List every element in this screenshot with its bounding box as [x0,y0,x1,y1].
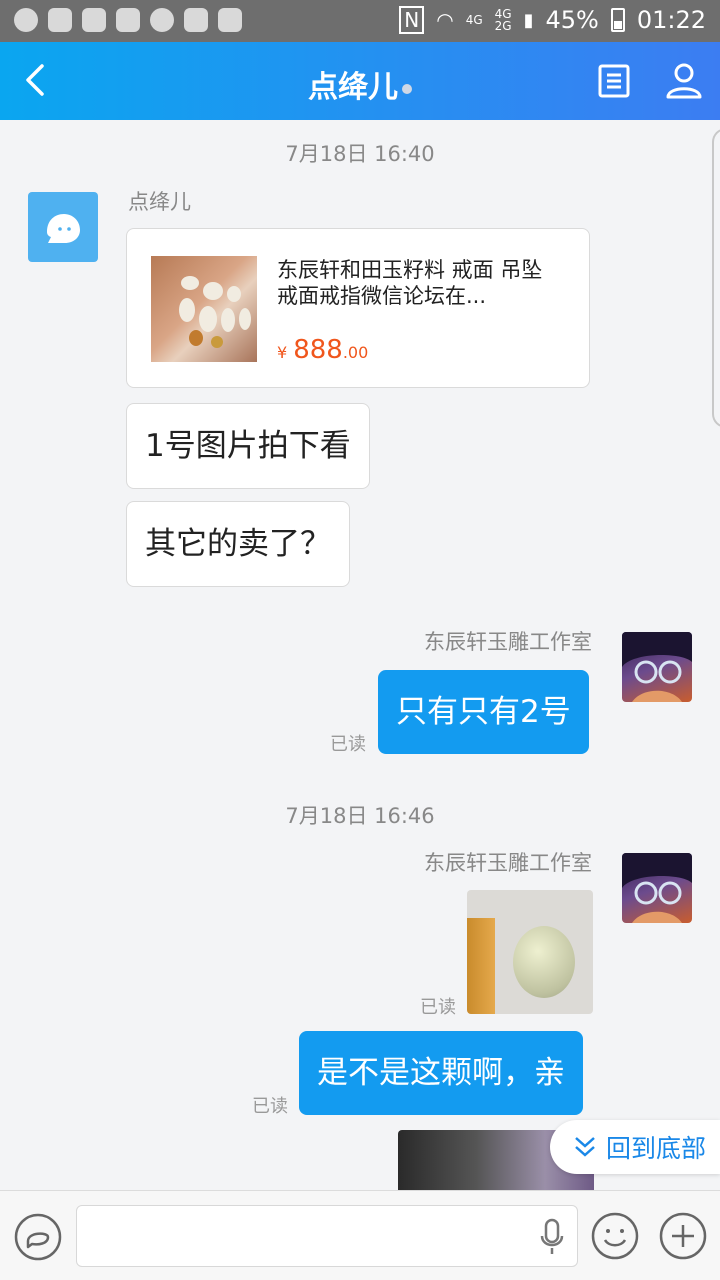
document-icon [598,64,630,98]
plus-icon [659,1212,707,1260]
sender-name: 东辰轩玉雕工作室 [424,851,592,875]
app-notification-icon [82,8,106,32]
wifi-icon: ◠ [436,8,454,32]
chat-mode-button[interactable] [14,1213,62,1261]
profile-button[interactable] [664,62,704,100]
outgoing-message[interactable]: 是不是这颗啊，亲 [299,1031,583,1115]
read-receipt: 已读 [420,997,456,1018]
jade-stone-image [513,926,575,998]
user-icon [666,63,702,99]
app-notification-icon [48,8,72,32]
nfc-icon: N [399,6,425,34]
read-receipt: 已读 [330,734,366,755]
signal-bars-icon: ▮ [523,9,534,31]
signal-4g-label: 4G [465,13,483,27]
status-notification-icons [14,8,242,32]
outgoing-message[interactable]: 只有只有2号 [378,670,589,754]
microphone-icon[interactable] [539,1218,565,1256]
chat-bubble-icon [14,1213,62,1261]
back-to-bottom-button[interactable]: 回到底部 [550,1120,720,1174]
app-notification-icon [116,8,140,32]
document-button[interactable] [598,64,630,98]
incoming-message[interactable]: 其它的卖了？ [126,501,350,587]
online-status-dot [402,83,412,94]
message-input[interactable] [76,1205,578,1267]
anime-avatar-image [622,632,692,702]
status-system-icons: N ◠ 4G 4G 2G ▮ 45% 01:22 [399,6,706,34]
anime-avatar-image [622,853,692,923]
battery-percent: 45% [545,6,599,34]
product-title: 东辰轩和田玉籽料 戒面 吊坠 戒面戒指微信论坛在... [277,258,543,308]
peer-name: 点绛儿 [128,190,191,214]
chat-header: 点绛儿 [0,42,720,120]
image-message[interactable] [467,890,593,1014]
status-bar: N ◠ 4G 4G 2G ▮ 45% 01:22 [0,0,720,42]
edge-panel-handle[interactable] [712,128,720,428]
product-image [151,256,257,362]
self-avatar[interactable] [622,853,692,923]
shield-icon [184,8,208,32]
app-notification-icon [150,8,174,32]
clock: 01:22 [636,6,706,34]
signal-4g2g-label: 4G 2G [494,7,512,33]
emoji-button[interactable] [590,1211,640,1261]
incoming-message[interactable]: 1号图片拍下看 [126,403,370,489]
emoji-icon [591,1212,639,1260]
input-bar [0,1190,720,1280]
recycle-icon [218,8,242,32]
more-button[interactable] [658,1211,708,1261]
read-receipt: 已读 [252,1096,288,1117]
timestamp: 7月18日 16:40 [285,142,435,166]
self-avatar[interactable] [622,632,692,702]
peer-avatar[interactable] [28,192,98,262]
message-list[interactable]: 7月18日 16:40 点绛儿 东辰轩和田玉籽料 戒面 吊坠 戒面戒指微信论坛在… [0,120,720,1190]
minus-circle-icon [14,8,38,32]
chevron-down-icon [575,1137,595,1157]
back-to-bottom-label: 回到底部 [606,1134,707,1163]
cigarette-filter-image [467,918,495,1014]
sender-name: 东辰轩玉雕工作室 [424,630,592,654]
chat-bot-icon [47,214,80,243]
timestamp: 7月18日 16:46 [285,804,435,828]
battery-icon [610,8,625,32]
product-price: ¥888.00 [277,335,369,365]
product-card[interactable]: 东辰轩和田玉籽料 戒面 吊坠 戒面戒指微信论坛在... ¥888.00 [126,228,590,388]
